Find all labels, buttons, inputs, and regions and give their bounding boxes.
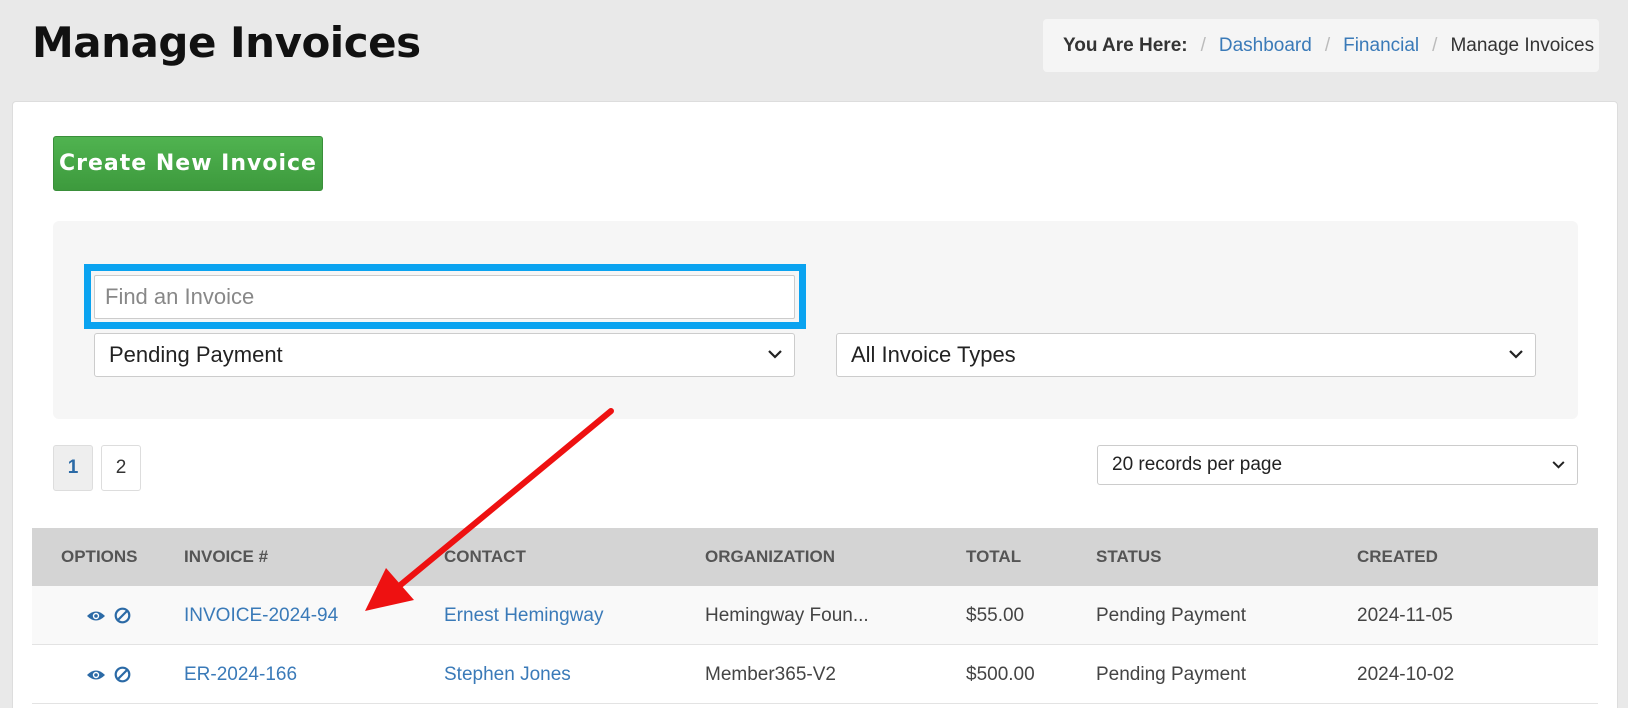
- cancel-icon[interactable]: [114, 666, 131, 683]
- status-cell: Pending Payment: [1096, 663, 1246, 685]
- chevron-down-icon: [768, 346, 782, 364]
- invoice-type-select[interactable]: All Invoice Types: [836, 333, 1536, 377]
- organization-cell: Member365-V2: [705, 663, 836, 685]
- total-cell: $55.00: [966, 604, 1025, 626]
- create-invoice-button[interactable]: Create New Invoice: [53, 136, 323, 191]
- status-cell: Pending Payment: [1096, 604, 1246, 626]
- created-cell: 2024-10-02: [1357, 663, 1455, 685]
- column-header-invoice[interactable]: INVOICE #: [184, 528, 268, 586]
- records-per-page-value: 20 records per page: [1112, 454, 1283, 475]
- page-2-button[interactable]: 2: [101, 445, 141, 491]
- chevron-down-icon: [1552, 456, 1565, 474]
- total-cell: $500.00: [966, 663, 1035, 685]
- breadcrumb-dashboard-link[interactable]: Dashboard: [1219, 35, 1312, 57]
- breadcrumb-current: Manage Invoices: [1450, 34, 1595, 56]
- eye-icon[interactable]: [86, 609, 106, 623]
- row-options: [86, 586, 131, 645]
- contact-link[interactable]: Ernest Hemingway: [444, 586, 603, 645]
- table-row: ER-2024-166 Stephen Jones Member365-V2 $…: [32, 645, 1598, 704]
- search-highlight-annotation: [84, 264, 806, 329]
- invoice-number[interactable]: ER-2024-166: [184, 664, 297, 686]
- created-cell: 2024-11-05: [1357, 604, 1453, 626]
- contact-name[interactable]: Ernest Hemingway: [444, 605, 603, 627]
- row-options: [86, 645, 131, 704]
- chevron-down-icon: [1509, 346, 1523, 364]
- contact-link[interactable]: Stephen Jones: [444, 645, 571, 704]
- column-header-total[interactable]: TOTAL: [966, 528, 1021, 586]
- contact-name[interactable]: Stephen Jones: [444, 664, 571, 686]
- breadcrumb-financial-link[interactable]: Financial: [1343, 35, 1419, 57]
- breadcrumb-lead: You Are Here:: [1063, 34, 1188, 56]
- column-header-status[interactable]: STATUS: [1096, 528, 1161, 586]
- column-header-created[interactable]: CREATED: [1357, 528, 1438, 586]
- column-header-options: OPTIONS: [61, 547, 138, 566]
- cancel-icon[interactable]: [114, 607, 131, 624]
- breadcrumb-separator: /: [1200, 34, 1206, 56]
- table-header: OPTIONS INVOICE # CONTACT ORGANIZATION T…: [32, 528, 1598, 586]
- status-select-value: Pending Payment: [109, 342, 283, 367]
- breadcrumb-separator: /: [1432, 34, 1438, 56]
- status-select[interactable]: Pending Payment: [94, 333, 795, 377]
- records-per-page-select[interactable]: 20 records per page: [1097, 445, 1578, 485]
- breadcrumb: You Are Here: / Dashboard / Financial / …: [1043, 19, 1599, 72]
- page-1-button[interactable]: 1: [53, 445, 93, 491]
- organization-cell: Hemingway Foun...: [705, 604, 869, 626]
- eye-icon[interactable]: [86, 668, 106, 682]
- invoice-number[interactable]: INVOICE-2024-94: [184, 605, 338, 627]
- invoice-number-link[interactable]: ER-2024-166: [184, 645, 297, 704]
- page-title: Manage Invoices: [32, 18, 421, 67]
- column-header-organization[interactable]: ORGANIZATION: [705, 528, 835, 586]
- column-header-contact[interactable]: CONTACT: [444, 528, 526, 586]
- breadcrumb-separator: /: [1324, 34, 1331, 56]
- table-row: INVOICE-2024-94 Ernest Hemingway Hemingw…: [32, 586, 1598, 645]
- invoice-type-select-value: All Invoice Types: [851, 342, 1016, 367]
- invoice-number-link[interactable]: INVOICE-2024-94: [184, 586, 338, 645]
